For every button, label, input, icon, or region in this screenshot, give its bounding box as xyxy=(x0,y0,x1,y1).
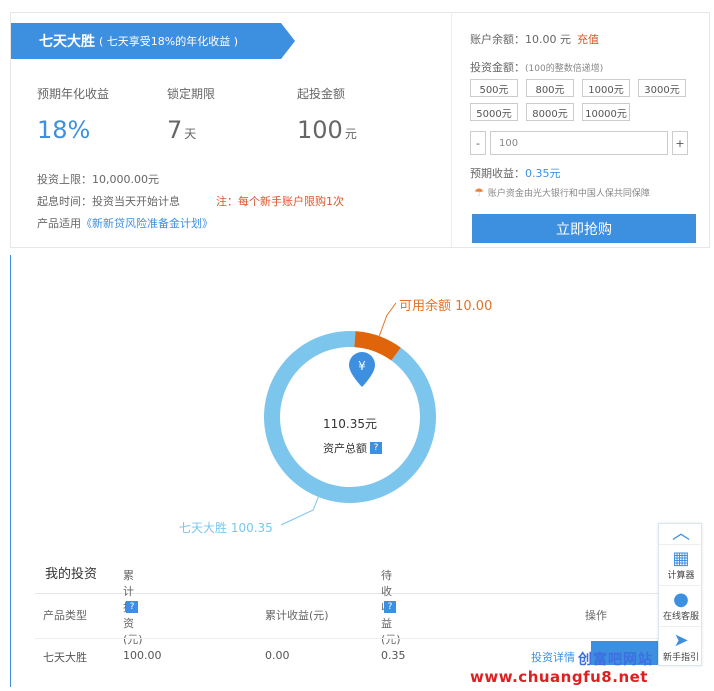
start-time-line: 起息时间：投资当天开始计息 注：每个新手账户限购1次 xyxy=(37,191,344,213)
asset-donut-chart: ¥ xyxy=(264,302,436,526)
total-assets-value: 110.35元 xyxy=(323,417,377,431)
product-info: 投资上限：10,000.00元 起息时间：投资当天开始计息 注：每个新手账户限购1… xyxy=(37,169,344,235)
lock-value: 7 xyxy=(167,116,183,144)
lock-label: 锁定期限 xyxy=(167,87,216,101)
product-panel: 七天大胜 ( 七天享受18%的年化收益 ) 预期年化收益 18% 锁定期限 7天… xyxy=(10,12,710,248)
total-assets-label: 资产总额 xyxy=(323,442,367,455)
balance-value: 10.00 元 xyxy=(525,33,571,46)
help-icon[interactable]: ? xyxy=(384,601,396,613)
amount-option[interactable]: 8000元 xyxy=(526,103,574,121)
investment-leader-line xyxy=(280,496,319,526)
balance-line: 账户余额：10.00 元充值 xyxy=(470,31,599,47)
cell-product-type: 七天大胜 xyxy=(43,651,87,664)
product-name: 七天大胜 xyxy=(39,34,95,50)
guarantee-note: ☂ 账户资金由光大银行和中国人保共同保障 xyxy=(474,186,650,199)
risk-plan-link[interactable]: 《新新贷风险准备金计划》 xyxy=(81,217,213,230)
amount-option[interactable]: 5000元 xyxy=(470,103,518,121)
expected-label: 预期收益： xyxy=(470,167,525,180)
chevron-up-icon: ︿ xyxy=(672,523,690,544)
location-pin-icon: ¥ xyxy=(349,352,375,387)
investment-table-header: 产品类型 累计投资(元)? 累计收益(元) 待收收益(元)? 操作 xyxy=(11,569,711,646)
amount-options: 500元 800元 1000元 3000元 5000元 8000元 10000元 xyxy=(470,79,690,121)
amount-option[interactable]: 3000元 xyxy=(638,79,686,97)
limit-note: 注：每个新手账户限购1次 xyxy=(216,195,344,208)
amount-option[interactable]: 10000元 xyxy=(582,103,630,121)
product-summary: 七天大胜 ( 七天享受18%的年化收益 ) 预期年化收益 18% 锁定期限 7天… xyxy=(11,13,451,247)
amount-option[interactable]: 800元 xyxy=(526,79,574,97)
penguin-icon: ● xyxy=(673,588,689,610)
recharge-link[interactable]: 充值 xyxy=(577,33,599,46)
navigation-arrow-icon: ➤ xyxy=(673,629,689,651)
product-subtitle: ( 七天享受18%的年化收益 ) xyxy=(99,35,239,48)
calculator-button[interactable]: ▦ 计算器 xyxy=(659,544,703,585)
amount-option[interactable]: 1000元 xyxy=(582,79,630,97)
calculator-label: 计算器 xyxy=(667,570,695,581)
metric-lock-period: 锁定期限 7天 xyxy=(167,85,297,144)
currency-glyph: ¥ xyxy=(358,359,366,373)
purchase-form: 账户余额：10.00 元充值 投资金额：(100的整数倍递增) 500元 800… xyxy=(451,13,709,247)
investment-cap: 投资上限：10,000.00元 xyxy=(37,173,159,186)
start-time: 起息时间：投资当天开始计息 xyxy=(37,195,180,208)
available-leader-line xyxy=(378,302,397,337)
watermark-text: 创富吧网站 xyxy=(578,652,653,668)
amount-hint: (100的整数倍递增) xyxy=(525,64,604,74)
investment-detail-link[interactable]: 投资详情 xyxy=(531,649,575,665)
divider xyxy=(35,638,695,639)
help-icon[interactable]: ? xyxy=(370,442,382,454)
min-value-wrap: 100 元 xyxy=(297,116,427,144)
applies-line: 产品适用《新新贷风险准备金计划》 xyxy=(37,213,344,235)
metric-annual-rate: 预期年化收益 18% xyxy=(37,85,167,144)
amount-line: 投资金额：(100的整数倍递增) xyxy=(470,59,603,75)
increase-button[interactable]: + xyxy=(672,131,688,155)
product-metrics: 预期年化收益 18% 锁定期限 7天 起投金额 100 元 xyxy=(37,85,427,144)
col-product-type: 产品类型 xyxy=(43,609,87,622)
calculator-icon: ▦ xyxy=(672,547,690,569)
min-value: 100 xyxy=(297,116,343,144)
scroll-top-button[interactable]: ︿ xyxy=(659,524,703,544)
buy-now-button[interactable]: 立即抢购 xyxy=(472,214,696,243)
investment-label: 七天大胜 100.35 xyxy=(179,521,273,535)
decrease-button[interactable]: - xyxy=(470,131,486,155)
guide-label: 新手指引 xyxy=(662,652,699,663)
metric-min-investment: 起投金额 100 元 xyxy=(297,85,427,144)
asset-panel: ¥ 可用余额 10.00 七天大胜 100.35 110.35元 资产总额? 我… xyxy=(10,255,710,687)
col-actions: 操作 xyxy=(585,609,607,622)
amount-stepper: - 100 + xyxy=(470,131,688,155)
service-label: 在线客服 xyxy=(662,611,699,622)
cell-total-invested: 100.00 xyxy=(123,649,162,662)
help-icon[interactable]: ? xyxy=(126,601,138,613)
amount-input[interactable]: 100 xyxy=(490,131,668,155)
cell-total-earned: 0.00 xyxy=(265,649,290,662)
product-ribbon: 七天大胜 ( 七天享受18%的年化收益 ) xyxy=(11,23,295,59)
lock-value-wrap: 7天 xyxy=(167,116,297,144)
annual-rate-label: 预期年化收益 xyxy=(37,87,110,101)
min-unit: 元 xyxy=(344,127,357,141)
amount-label: 投资金额： xyxy=(470,61,525,74)
annual-rate-value: 18% xyxy=(37,116,91,144)
watermark-url: www.chuangfu8.net xyxy=(470,668,648,686)
balance-label: 账户余额： xyxy=(470,33,525,46)
expected-line: 预期收益：0.35元 xyxy=(470,165,561,181)
amount-option[interactable]: 500元 xyxy=(470,79,518,97)
lock-unit: 天 xyxy=(184,127,197,141)
beginner-guide-button[interactable]: ➤ 新手指引 xyxy=(659,626,703,667)
my-investment-title: 我的投资 xyxy=(45,567,98,582)
col-total-earned: 累计收益(元) xyxy=(265,609,329,622)
available-balance-label: 可用余额 10.00 xyxy=(399,299,493,314)
cell-pending-earnings: 0.35 xyxy=(381,649,406,662)
applies-prefix: 产品适用 xyxy=(37,217,81,230)
expected-value: 0.35元 xyxy=(525,167,561,180)
total-assets-label-wrap: 资产总额? xyxy=(323,440,382,456)
umbrella-icon: ☂ xyxy=(474,186,484,199)
online-service-button[interactable]: ● 在线客服 xyxy=(659,585,703,626)
min-label: 起投金额 xyxy=(297,87,346,101)
guarantee-text: 账户资金由光大银行和中国人保共同保障 xyxy=(487,189,650,199)
floating-toolbar: ︿ ▦ 计算器 ● 在线客服 ➤ 新手指引 xyxy=(658,523,703,667)
